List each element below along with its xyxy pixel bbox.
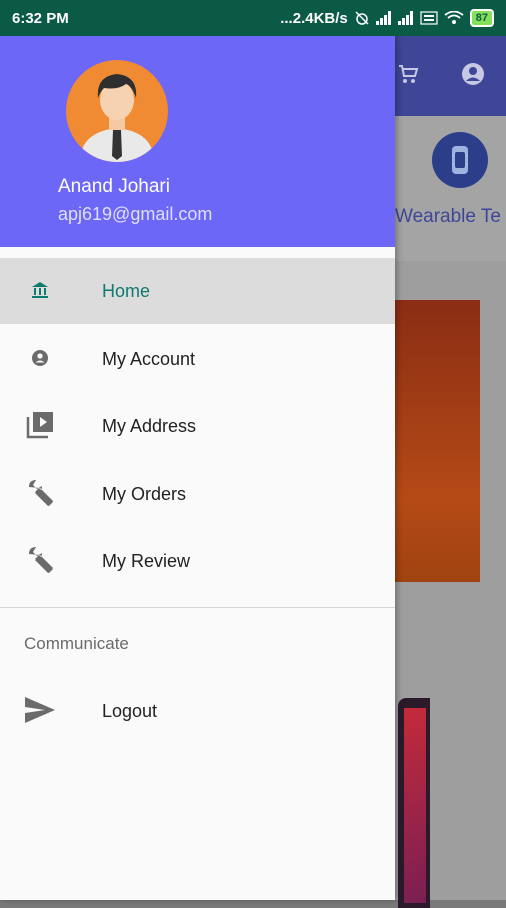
bank-icon xyxy=(24,274,56,306)
menu-item-my-orders[interactable]: My Orders xyxy=(0,461,395,527)
menu-item-label: My Orders xyxy=(102,483,187,504)
status-indicators: ...2.4KB/s 87 xyxy=(280,9,494,27)
promo-banner[interactable] xyxy=(395,300,480,582)
category-label: Wearable Te xyxy=(395,206,501,227)
volte-icon xyxy=(420,11,438,25)
menu-divider xyxy=(0,607,395,608)
navigation-drawer: Anand Johari apj619@gmail.com Home My Ac… xyxy=(0,36,395,900)
status-bar: 6:32 PM ...2.4KB/s 87 xyxy=(0,0,506,36)
network-speed: ...2.4KB/s xyxy=(280,9,348,27)
drawer-header: Anand Johari apj619@gmail.com xyxy=(0,36,395,247)
wifi-icon xyxy=(444,11,464,24)
product-screen xyxy=(404,708,426,903)
video-library-icon xyxy=(24,409,56,441)
category-item[interactable]: Wearable Te xyxy=(395,116,506,261)
menu-item-label: Logout xyxy=(102,700,158,721)
send-icon xyxy=(24,694,56,726)
menu-item-label: My Account xyxy=(102,348,196,369)
cart-icon[interactable] xyxy=(396,62,420,86)
alarm-off-icon xyxy=(355,11,369,25)
watch-icon xyxy=(432,132,488,188)
account-circle-icon xyxy=(24,342,56,374)
menu-item-my-address[interactable]: My Address xyxy=(0,393,395,459)
wrench-icon xyxy=(24,544,56,576)
user-name: Anand Johari xyxy=(58,176,170,197)
status-time: 6:32 PM xyxy=(12,9,69,27)
menu-item-label: Home xyxy=(102,280,151,301)
menu-item-label: My Review xyxy=(102,550,191,571)
signal-icon xyxy=(397,11,413,25)
menu-item-my-account[interactable]: My Account xyxy=(0,326,395,392)
section-header: Communicate xyxy=(24,634,129,653)
user-email: apj619@gmail.com xyxy=(58,204,213,224)
menu-item-logout[interactable]: Logout xyxy=(0,678,395,744)
battery-icon: 87 xyxy=(469,9,494,27)
signal-icon xyxy=(375,11,391,25)
menu-item-label: My Address xyxy=(102,415,197,436)
wrench-icon xyxy=(24,477,56,509)
menu-item-home[interactable]: Home xyxy=(0,258,395,324)
menu-item-my-review[interactable]: My Review xyxy=(0,528,395,594)
account-icon[interactable] xyxy=(461,62,485,86)
avatar[interactable] xyxy=(66,60,168,162)
